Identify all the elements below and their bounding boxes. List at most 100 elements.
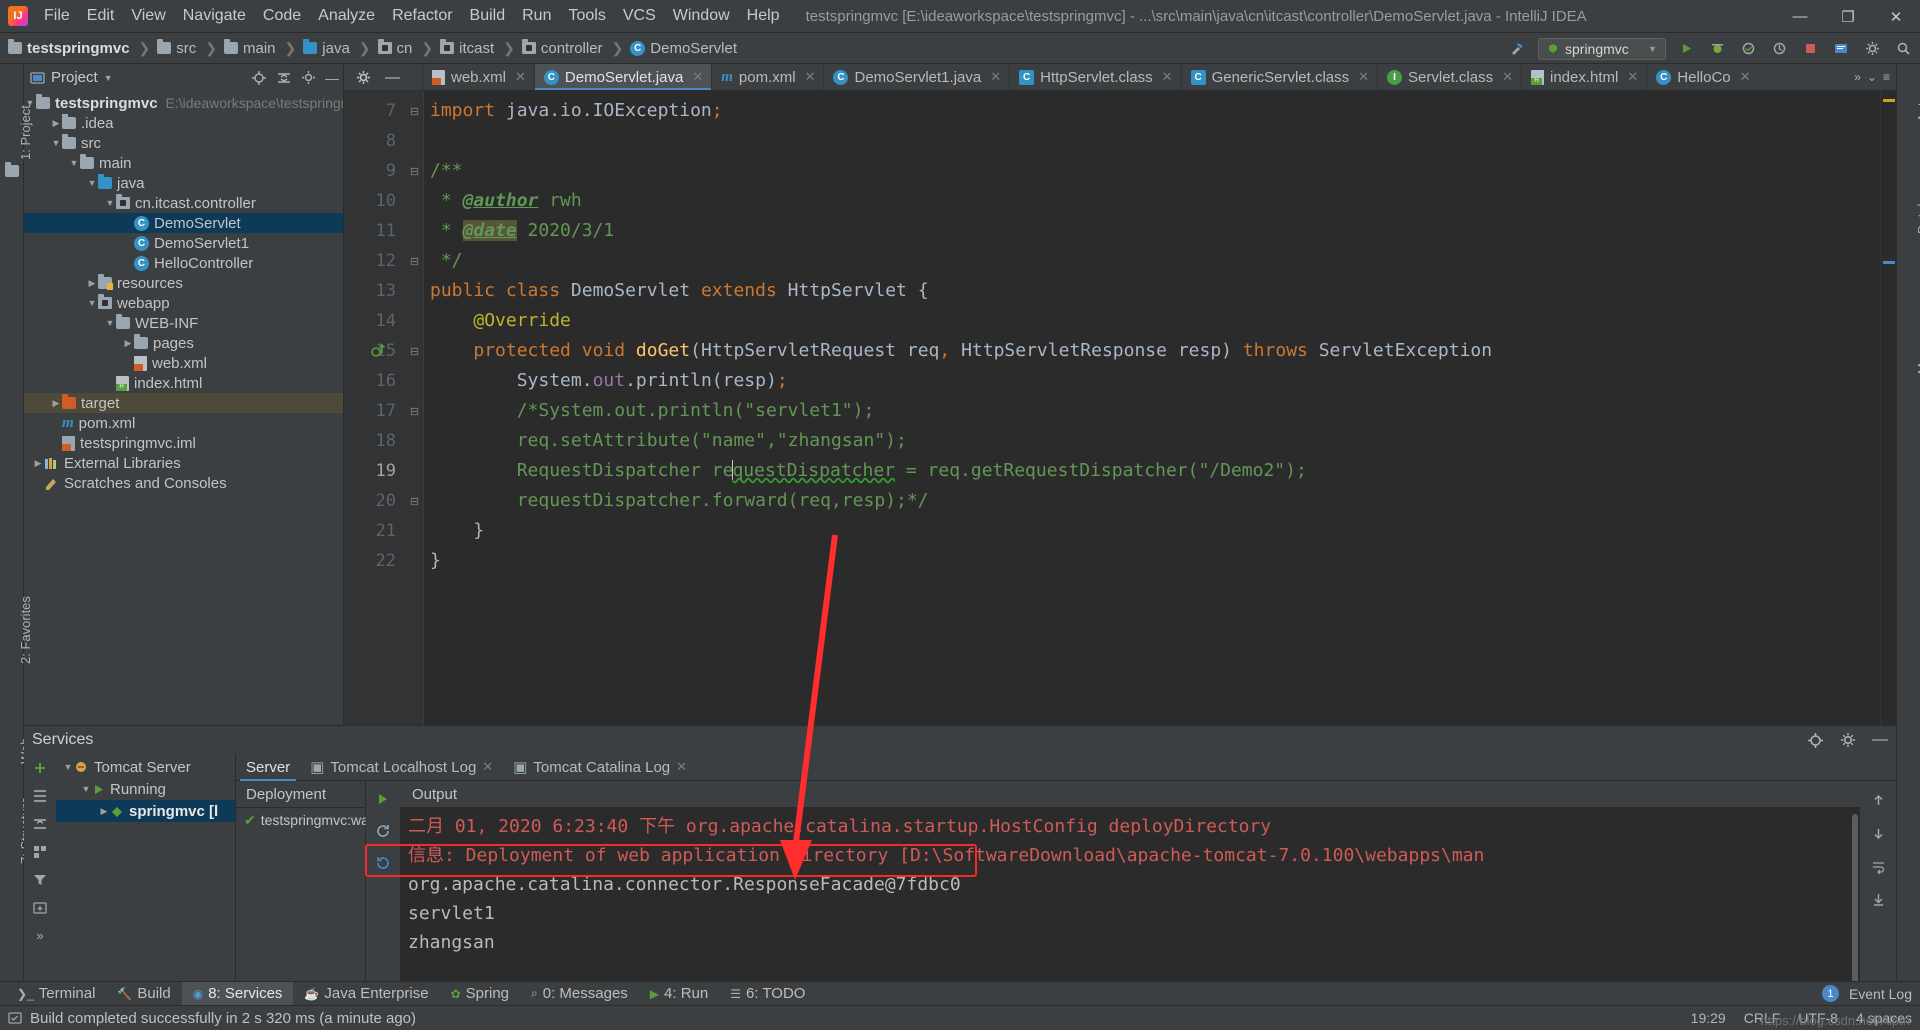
code-line[interactable]: public class DemoServlet extends HttpSer… xyxy=(424,276,1880,306)
tree-row-pom-xml[interactable]: m pom.xml xyxy=(24,413,343,433)
chevron-down-icon[interactable]: ▼ xyxy=(104,73,113,83)
code-line[interactable]: protected void doGet(HttpServletRequest … xyxy=(424,336,1880,366)
fold-toggle-icon[interactable]: ⊟ xyxy=(406,486,423,516)
rerun-icon[interactable] xyxy=(375,791,391,807)
editor-tab-demoservlet1-java[interactable]: C DemoServlet1.java ✕ xyxy=(823,64,1009,90)
chevron-down-icon[interactable]: ▼ xyxy=(80,783,92,795)
chevron-down-icon[interactable]: ▼ xyxy=(104,197,116,209)
chevron-right-icon[interactable]: ▶ xyxy=(86,277,98,289)
chevron-right-icon[interactable]: ▶ xyxy=(50,117,62,129)
close-icon[interactable]: ✕ xyxy=(1502,69,1513,85)
event-log-label[interactable]: Event Log xyxy=(1849,986,1912,1002)
tree-row-demoservlet1[interactable]: C DemoServlet1 xyxy=(24,233,343,253)
main-menu[interactable]: File Edit View Navigate Code Analyze Ref… xyxy=(44,7,780,25)
add-service-icon[interactable] xyxy=(32,760,48,776)
chevron-down-icon[interactable]: ▼ xyxy=(86,297,98,309)
close-icon[interactable]: ✕ xyxy=(990,69,1001,85)
chevron-down-icon[interactable]: ▼ xyxy=(104,317,116,329)
close-icon[interactable]: ✕ xyxy=(692,69,703,85)
close-button[interactable]: ✕ xyxy=(1872,0,1920,33)
tab-build[interactable]: 🔨 Build xyxy=(106,982,181,1006)
stop-button-icon[interactable] xyxy=(1799,38,1821,60)
chevron-down-icon[interactable]: ▼ xyxy=(50,137,62,149)
menu-view[interactable]: View xyxy=(131,7,165,25)
close-icon[interactable]: ✕ xyxy=(1358,69,1369,85)
update-app-icon[interactable] xyxy=(1830,38,1852,60)
run-coverage-icon[interactable] xyxy=(1737,38,1759,60)
redeploy-icon[interactable] xyxy=(375,823,391,839)
tree-row-src[interactable]: ▼ src xyxy=(24,133,343,153)
services-locate-icon[interactable] xyxy=(1807,732,1824,749)
close-icon[interactable]: ✕ xyxy=(1627,69,1638,85)
tree-row-main[interactable]: ▼ main xyxy=(24,153,343,173)
tree-row-pages[interactable]: ▶ pages xyxy=(24,333,343,353)
close-icon[interactable]: ✕ xyxy=(676,759,687,775)
scroll-up-icon[interactable] xyxy=(1871,793,1886,808)
close-icon[interactable]: ✕ xyxy=(1740,69,1751,85)
code-line[interactable]: requestDispatcher.forward(req,resp);*/ xyxy=(424,486,1880,516)
close-tabs-icon[interactable]: ≡ xyxy=(1883,70,1890,84)
debug-button-icon[interactable] xyxy=(1706,38,1728,60)
tabs-list-icon[interactable]: ⌄ xyxy=(1867,70,1877,84)
fold-toggle-icon[interactable]: ⊟ xyxy=(406,336,423,366)
services-tree-row-running[interactable]: ▼ Running xyxy=(56,778,235,800)
tree-row-web-xml[interactable]: web.xml xyxy=(24,353,343,373)
tree-row-scratches-and-consoles[interactable]: Scratches and Consoles xyxy=(24,473,343,493)
code-line[interactable]: /** xyxy=(424,156,1880,186)
add-tab-icon[interactable] xyxy=(32,900,48,916)
tab-server[interactable]: Server xyxy=(236,754,300,781)
run-gutter-icon[interactable] xyxy=(370,342,388,360)
scroll-down-icon[interactable] xyxy=(1871,826,1886,841)
menu-edit[interactable]: Edit xyxy=(87,7,115,25)
menu-run[interactable]: Run xyxy=(522,7,551,25)
tab-terminal[interactable]: ❯_ Terminal xyxy=(6,982,106,1006)
output-vscrollbar[interactable] xyxy=(1852,814,1858,984)
tool-window-maven-label[interactable]: Maven xyxy=(1915,335,1920,374)
tab-todo[interactable]: ☰ 6: TODO xyxy=(719,982,816,1006)
tree-row-testspringmvc[interactable]: ▼ testspringmvc E:\ideaworkspace\testsprin… xyxy=(24,93,343,113)
code-line[interactable]: @Override xyxy=(424,306,1880,336)
tab-java-enterprise[interactable]: ☕ Java Enterprise xyxy=(293,982,439,1006)
breadcrumb-item-itcast[interactable]: itcast xyxy=(440,39,496,57)
editor-tab-servlet-class[interactable]: I Servlet.class ✕ xyxy=(1377,64,1521,90)
services-tree-row-tomcat-server[interactable]: ▼ Tomcat Server xyxy=(56,756,235,778)
editor-tab-index-html[interactable]: index.html ✕ xyxy=(1520,64,1646,90)
maximize-button[interactable]: ❐ xyxy=(1824,0,1872,33)
editor-tab-web-xml[interactable]: web.xml ✕ xyxy=(422,64,534,90)
settings-gear-icon[interactable] xyxy=(1861,38,1883,60)
tree-row-demoservlet[interactable]: C DemoServlet xyxy=(24,213,343,233)
breadcrumb-item-cn[interactable]: cn xyxy=(377,39,415,57)
editor-tab-pom-xml[interactable]: m pom.xml ✕ xyxy=(711,64,823,90)
tree-row-java[interactable]: ▼ java xyxy=(24,173,343,193)
settings-gear-icon[interactable] xyxy=(301,70,316,85)
tool-window-database-label[interactable]: Database xyxy=(1915,178,1920,234)
hide-tabs-icon[interactable]: — xyxy=(385,69,400,86)
group-by-icon[interactable] xyxy=(32,844,48,860)
run-configuration-selector[interactable]: springmvc ▼ xyxy=(1538,37,1666,60)
breadcrumb-item-java[interactable]: java xyxy=(303,39,352,57)
bottom-tool-tabs[interactable]: ❯_ Terminal 🔨 Build ◉ 8: Services ☕ Java… xyxy=(0,981,1920,1006)
tab-run[interactable]: ▶ 4: Run xyxy=(639,982,719,1006)
profiler-icon[interactable] xyxy=(1768,38,1790,60)
tab-services[interactable]: ◉ 8: Services xyxy=(181,981,294,1006)
hide-panel-icon[interactable]: — xyxy=(325,70,339,86)
tabs-overflow-icon[interactable]: » xyxy=(1854,70,1861,84)
soft-wrap-icon[interactable] xyxy=(1871,859,1886,874)
locate-file-icon[interactable] xyxy=(251,70,267,86)
search-icon[interactable] xyxy=(1892,38,1914,60)
tree-row-external-libraries[interactable]: ▶ External Libraries xyxy=(24,453,343,473)
code-line[interactable]: * @author rwh xyxy=(424,186,1880,216)
menu-code[interactable]: Code xyxy=(263,7,301,25)
chevron-right-icon[interactable]: ▶ xyxy=(32,457,44,469)
breadcrumb[interactable]: testspringmvc ❯ src ❯ main ❯ java ❯ cn ❯… xyxy=(8,39,739,57)
services-tree-row-springmvc-l[interactable]: ▶ springmvc [l xyxy=(56,800,235,822)
services-hide-icon[interactable]: — xyxy=(1872,731,1888,749)
fold-toggle-icon[interactable]: ⊟ xyxy=(406,156,423,186)
menu-window[interactable]: Window xyxy=(673,7,730,25)
menu-tools[interactable]: Tools xyxy=(568,7,605,25)
menu-file[interactable]: File xyxy=(44,7,70,25)
chevron-down-icon[interactable]: ▼ xyxy=(68,157,80,169)
tab-tomcat-localhost-log[interactable]: ▣ Tomcat Localhost Log ✕ xyxy=(300,754,503,781)
expand-all-icon[interactable] xyxy=(32,788,48,804)
collapse-all-icon[interactable] xyxy=(276,70,292,86)
